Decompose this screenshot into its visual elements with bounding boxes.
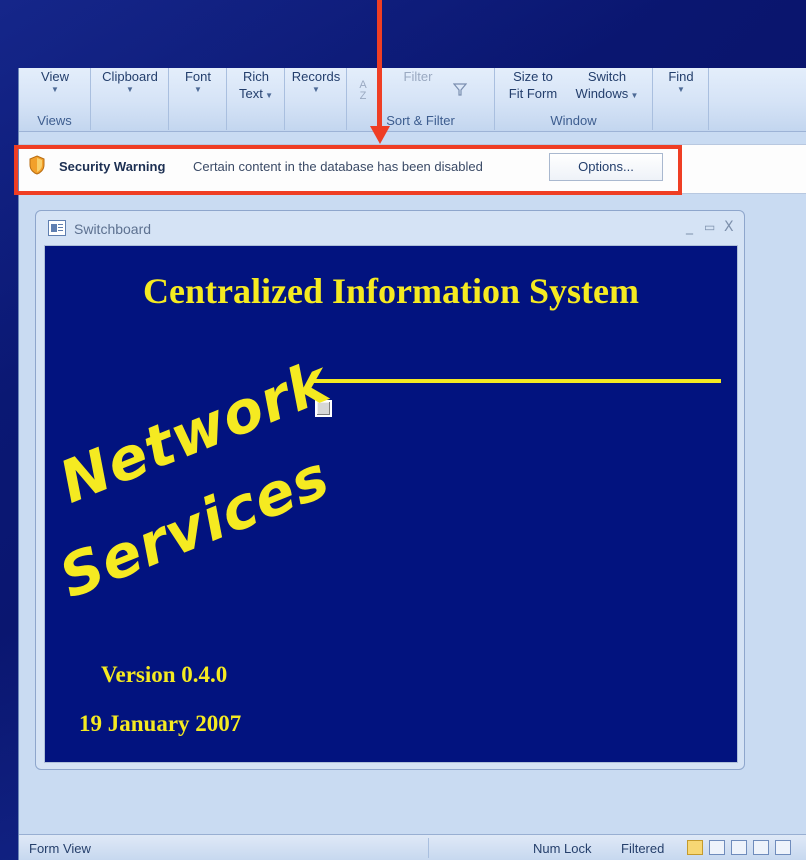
filter-funnel-icon xyxy=(453,83,467,96)
rich-text-button-label2: Text xyxy=(239,86,263,101)
form-icon xyxy=(48,220,66,236)
chevron-down-icon: ▼ xyxy=(312,85,320,94)
rich-text-button[interactable]: Rich Text ▼ xyxy=(231,68,281,104)
ribbon-group-window: Size to Fit Form Switch Windows ▼ Window xyxy=(495,68,653,130)
status-bar: Form View Num Lock Filtered xyxy=(19,834,806,860)
minimize-button[interactable]: _ xyxy=(686,219,693,235)
form-titlebar[interactable]: Switchboard _ ▭ X xyxy=(36,211,744,245)
switchboard-form-body: Centralized Information System Network S… xyxy=(44,245,738,763)
size-to-fit-form-button[interactable]: Size to Fit Form xyxy=(501,68,565,102)
design-view-icon[interactable] xyxy=(775,840,791,855)
main-title: Centralized Information System xyxy=(143,271,639,311)
records-button[interactable]: Records ▼ xyxy=(287,68,345,95)
find-button[interactable]: Find ▼ xyxy=(657,68,705,95)
ribbon-group-font: Font ▼ xyxy=(169,68,227,130)
ribbon: View ▼ Views Clipboard ▼ Font ▼ Rich Tex… xyxy=(19,68,806,132)
ribbon-group-find: Find ▼ xyxy=(653,68,709,130)
pivot-chart-view-icon[interactable] xyxy=(753,840,769,855)
filter-button-label: Filter xyxy=(403,69,433,84)
ribbon-group-rich-text: Rich Text ▼ xyxy=(227,68,285,130)
chevron-down-icon: ▼ xyxy=(677,85,685,94)
switch-windows-button[interactable]: Switch Windows ▼ xyxy=(565,68,649,104)
clipboard-button-label: Clipboard xyxy=(102,69,158,84)
size-to-fit-label2: Fit Form xyxy=(508,86,558,101)
switch-windows-label2: Windows xyxy=(575,86,629,101)
clipboard-button[interactable]: Clipboard ▼ xyxy=(93,68,167,95)
status-filtered: Filtered xyxy=(621,841,665,856)
find-button-label: Find xyxy=(668,69,694,84)
title-divider xyxy=(311,379,721,383)
pivot-table-view-icon[interactable] xyxy=(731,840,747,855)
ribbon-group-clipboard: Clipboard ▼ xyxy=(91,68,169,130)
records-button-label: Records xyxy=(291,69,341,84)
ribbon-group-sort-filter: AZ Filter Sort & Filter xyxy=(347,68,495,130)
version-label: Version 0.4.0 xyxy=(101,662,228,687)
annotation-arrow-shaft xyxy=(377,0,382,130)
switch-windows-label: Switch xyxy=(587,69,627,84)
ribbon-group-caption: Window xyxy=(550,113,597,128)
sort-az-icon: AZ xyxy=(359,79,367,102)
chevron-down-icon: ▼ xyxy=(628,91,639,100)
ribbon-group-records: Records ▼ xyxy=(285,68,347,130)
filter-button[interactable]: Filter xyxy=(393,68,443,85)
chevron-down-icon: ▼ xyxy=(126,85,134,94)
annotation-highlight-box xyxy=(14,145,682,195)
datasheet-view-icon[interactable] xyxy=(709,840,725,855)
status-view: Form View xyxy=(29,841,91,856)
chevron-down-icon: ▼ xyxy=(262,91,273,100)
status-num-lock: Num Lock xyxy=(533,841,592,856)
status-separator xyxy=(428,838,429,858)
ribbon-group-views: View ▼ Views xyxy=(19,68,91,130)
form-window-title: Switchboard xyxy=(74,221,152,237)
form-view-icon[interactable] xyxy=(687,840,703,855)
view-button[interactable]: View ▼ xyxy=(27,68,83,95)
maximize-button[interactable]: ▭ xyxy=(704,220,715,234)
chevron-down-icon: ▼ xyxy=(194,85,202,94)
font-button[interactable]: Font ▼ xyxy=(173,68,223,95)
date-label: 19 January 2007 xyxy=(79,711,242,736)
font-button-label: Font xyxy=(184,69,211,84)
rich-text-button-label: Rich xyxy=(242,69,269,84)
size-to-fit-label: Size to xyxy=(513,69,553,84)
switchboard-form-window: Switchboard _ ▭ X Centralized Informatio… xyxy=(35,210,745,770)
view-button-label: View xyxy=(41,69,69,84)
annotation-arrow-head xyxy=(370,126,390,144)
ribbon-group-caption: Views xyxy=(37,113,72,128)
chevron-down-icon: ▼ xyxy=(51,85,59,94)
close-button[interactable]: X xyxy=(724,219,734,235)
